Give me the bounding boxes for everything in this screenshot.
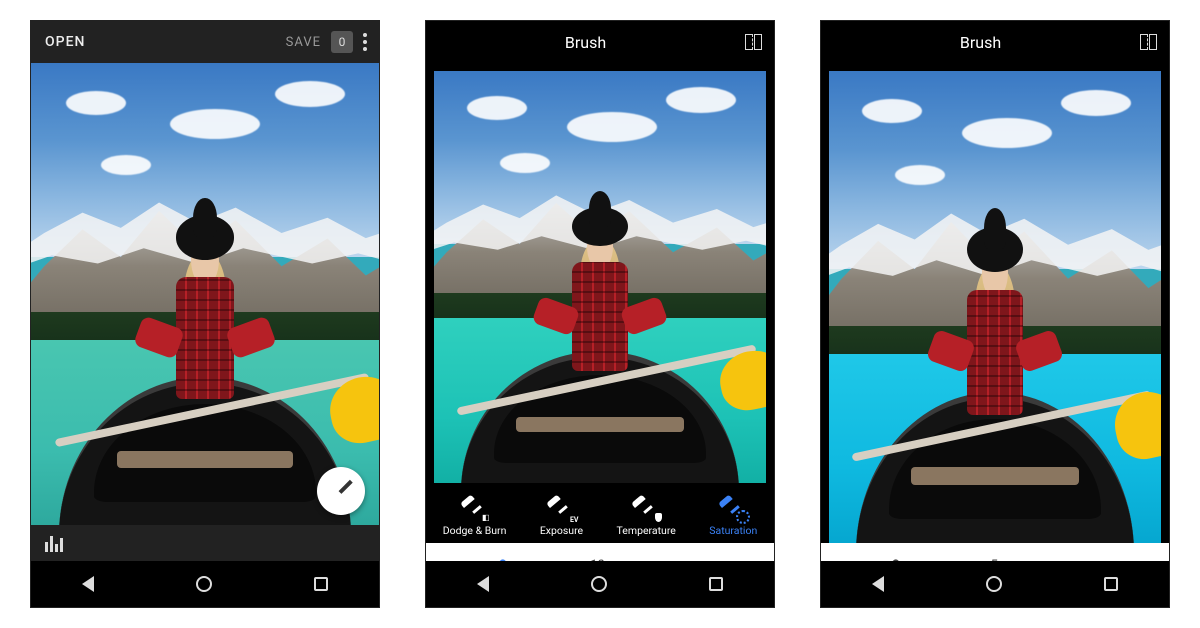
brush-icon [722,502,744,520]
edit-count-badge[interactable]: 0 [331,31,353,53]
brush-icon: ◧ [464,502,486,520]
top-bar: OPEN SAVE 0 [31,21,379,63]
brush-dodge-burn[interactable]: ◧ Dodge & Burn [443,502,507,537]
nav-back-icon[interactable] [82,576,94,592]
android-nav-bar [821,561,1169,607]
top-bar: Brush [821,21,1169,63]
bottom-bar [31,525,379,563]
brush-saturation[interactable]: Saturation [709,502,757,537]
nav-recent-icon[interactable] [314,577,328,591]
screen-title: Brush [565,33,606,52]
nav-home-icon[interactable] [591,576,607,592]
compare-icon[interactable] [1140,34,1157,50]
overflow-menu-icon[interactable] [363,33,367,51]
brush-label: Temperature [617,524,676,537]
save-button[interactable]: SAVE [286,35,321,50]
nav-back-icon[interactable] [477,576,489,592]
brush-label: Saturation [709,524,757,537]
nav-back-icon[interactable] [872,576,884,592]
brush-type-row: ◧ Dodge & Burn EV Exposure Temperature S… [426,483,774,543]
brush-label: Exposure [540,524,583,537]
android-nav-bar [426,561,774,607]
brush-icon: EV [550,502,572,520]
top-bar: Brush [426,21,774,63]
nav-home-icon[interactable] [986,576,1002,592]
edit-fab[interactable] [317,467,365,515]
brush-label: Dodge & Burn [443,524,507,537]
screen-title: Brush [960,33,1001,52]
photo-canvas[interactable] [434,71,766,483]
photo-canvas[interactable] [31,63,379,525]
brush-temperature[interactable]: Temperature [617,502,676,537]
histogram-icon[interactable] [45,536,63,552]
android-nav-bar [31,561,379,607]
screen-brush-apply: Brush ✕ ✦ ↓ -5 Te [820,20,1170,608]
pencil-icon [332,482,350,500]
nav-recent-icon[interactable] [1104,577,1118,591]
brush-icon [635,502,657,520]
brush-exposure[interactable]: EV Exposure [540,502,583,537]
screen-brush-select: Brush ◧ Dodge & Burn EV E [425,20,775,608]
screen-main: OPEN SAVE 0 [30,20,380,608]
open-button[interactable]: OPEN [45,34,85,50]
compare-icon[interactable] [745,34,762,50]
photo-canvas[interactable] [829,71,1161,543]
nav-recent-icon[interactable] [709,577,723,591]
nav-home-icon[interactable] [196,576,212,592]
